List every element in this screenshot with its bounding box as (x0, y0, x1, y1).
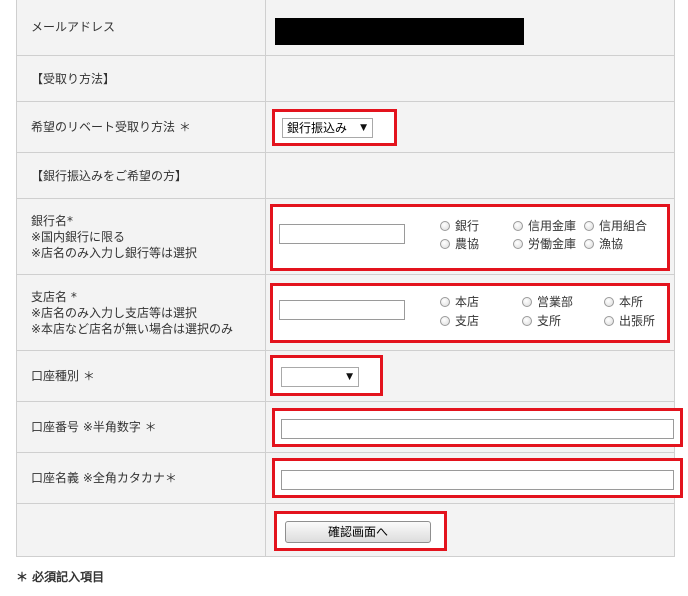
radio-circle-icon (522, 296, 532, 307)
highlight-rebate-method: 銀行振込み ▼ (272, 109, 397, 146)
radio-circle-icon (513, 220, 523, 231)
radio-circle-icon (440, 296, 450, 307)
row-account-number: 口座番号 ※半角数字 ＊ (16, 401, 683, 453)
radio-circle-icon (513, 238, 523, 249)
branch-type-radio-shisho[interactable]: 支所 (522, 312, 561, 329)
branch-type-radio-honten[interactable]: 本店 (440, 293, 479, 310)
branch-name-input[interactable] (279, 300, 405, 320)
branch-type-radio-eigyobu[interactable]: 営業部 (522, 293, 573, 310)
rebate-method-label: 希望のリベート受取り方法 ＊ (16, 101, 266, 153)
branch-name-label-line1: 支店名 * (31, 289, 77, 304)
masked-email-value (275, 18, 524, 45)
row-bank-transfer-header: 【銀行振込みをご希望の方】 (16, 152, 675, 199)
radio-circle-icon (440, 238, 450, 249)
bank-type-radio-shinkin[interactable]: 信用金庫 (513, 217, 576, 234)
branch-type-radio-shuchojo[interactable]: 出張所 (604, 312, 655, 329)
account-name-label: 口座名義 ※全角カタカナ＊ (16, 452, 266, 504)
radio-circle-icon (440, 315, 450, 326)
bank-type-radio-nokyo[interactable]: 農協 (440, 235, 479, 252)
radio-circle-icon (584, 238, 594, 249)
highlight-confirm: 確認画面へ (274, 511, 447, 551)
row-account-type: 口座種別 ＊ ▼ (16, 350, 675, 402)
row-rebate-method: 希望のリベート受取り方法 ＊ 銀行振込み ▼ (16, 101, 675, 153)
branch-name-label-line3: ※本店など店名が無い場合は選択のみ (31, 321, 234, 336)
bank-name-label-line1: 銀行名* (31, 213, 74, 228)
row-confirm: 確認画面へ (16, 503, 675, 557)
highlight-bank-name: 銀行 信用金庫 信用組合 農協 労働金庫 漁協 (270, 204, 670, 271)
bank-type-radio-gyokyo[interactable]: 漁協 (584, 235, 623, 252)
highlight-branch-name: 本店 営業部 本所 支店 支所 出張所 (270, 283, 670, 343)
bank-name-label: 銀行名* ※国内銀行に限る ※店名のみ入力し銀行等は選択 (16, 198, 266, 275)
email-label: メールアドレス (16, 0, 266, 56)
account-type-label: 口座種別 ＊ (16, 350, 266, 402)
bank-type-radio-shinkumi[interactable]: 信用組合 (584, 217, 647, 234)
radio-circle-icon (604, 296, 614, 307)
radio-circle-icon (522, 315, 532, 326)
branch-name-label: 支店名 * ※店名のみ入力し支店等は選択 ※本店など店名が無い場合は選択のみ (16, 274, 266, 351)
row-bank-name: 銀行名* ※国内銀行に限る ※店名のみ入力し銀行等は選択 銀行 信用金庫 信用組… (16, 198, 675, 275)
row-account-name: 口座名義 ※全角カタカナ＊ (16, 452, 683, 504)
highlight-account-name (272, 458, 683, 498)
account-type-select[interactable]: ▼ (281, 367, 359, 387)
bank-type-radio-bank[interactable]: 銀行 (440, 217, 479, 234)
rebate-method-selected: 銀行振込み (287, 121, 348, 135)
row-branch-name: 支店名 * ※店名のみ入力し支店等は選択 ※本店など店名が無い場合は選択のみ 本… (16, 274, 675, 351)
email-value-cell (265, 0, 675, 56)
account-number-label: 口座番号 ※半角数字 ＊ (16, 401, 266, 453)
highlight-account-number (272, 408, 683, 447)
bank-type-radio-rokin[interactable]: 労働金庫 (513, 235, 576, 252)
highlight-account-type: ▼ (270, 355, 383, 396)
radio-circle-icon (604, 315, 614, 326)
bank-name-label-line2: ※国内銀行に限る (31, 229, 126, 244)
bank-form-table: メールアドレス 【受取り方法】 希望のリベート受取り方法 ＊ 銀行振込み ▼ 【… (16, 0, 683, 557)
branch-name-label-line2: ※店名のみ入力し支店等は選択 (31, 305, 198, 320)
radio-circle-icon (584, 220, 594, 231)
required-note: ＊ 必須記入項目 (16, 570, 105, 584)
row-receive-method-header: 【受取り方法】 (16, 55, 675, 102)
bank-name-label-line3: ※店名のみ入力し銀行等は選択 (31, 245, 198, 260)
account-name-input[interactable] (281, 470, 674, 490)
row-email: メールアドレス (16, 0, 675, 56)
branch-type-radio-shiten[interactable]: 支店 (440, 312, 479, 329)
bank-name-input[interactable] (279, 224, 405, 244)
confirm-button[interactable]: 確認画面へ (285, 521, 431, 543)
rebate-method-select[interactable]: 銀行振込み ▼ (282, 118, 373, 138)
branch-type-radio-honsho[interactable]: 本所 (604, 293, 643, 310)
radio-circle-icon (440, 220, 450, 231)
chevron-down-icon: ▼ (360, 123, 367, 133)
account-number-input[interactable] (281, 419, 674, 439)
receive-method-header: 【受取り方法】 (16, 55, 266, 102)
chevron-down-icon: ▼ (346, 372, 353, 382)
bank-transfer-header: 【銀行振込みをご希望の方】 (16, 152, 266, 199)
